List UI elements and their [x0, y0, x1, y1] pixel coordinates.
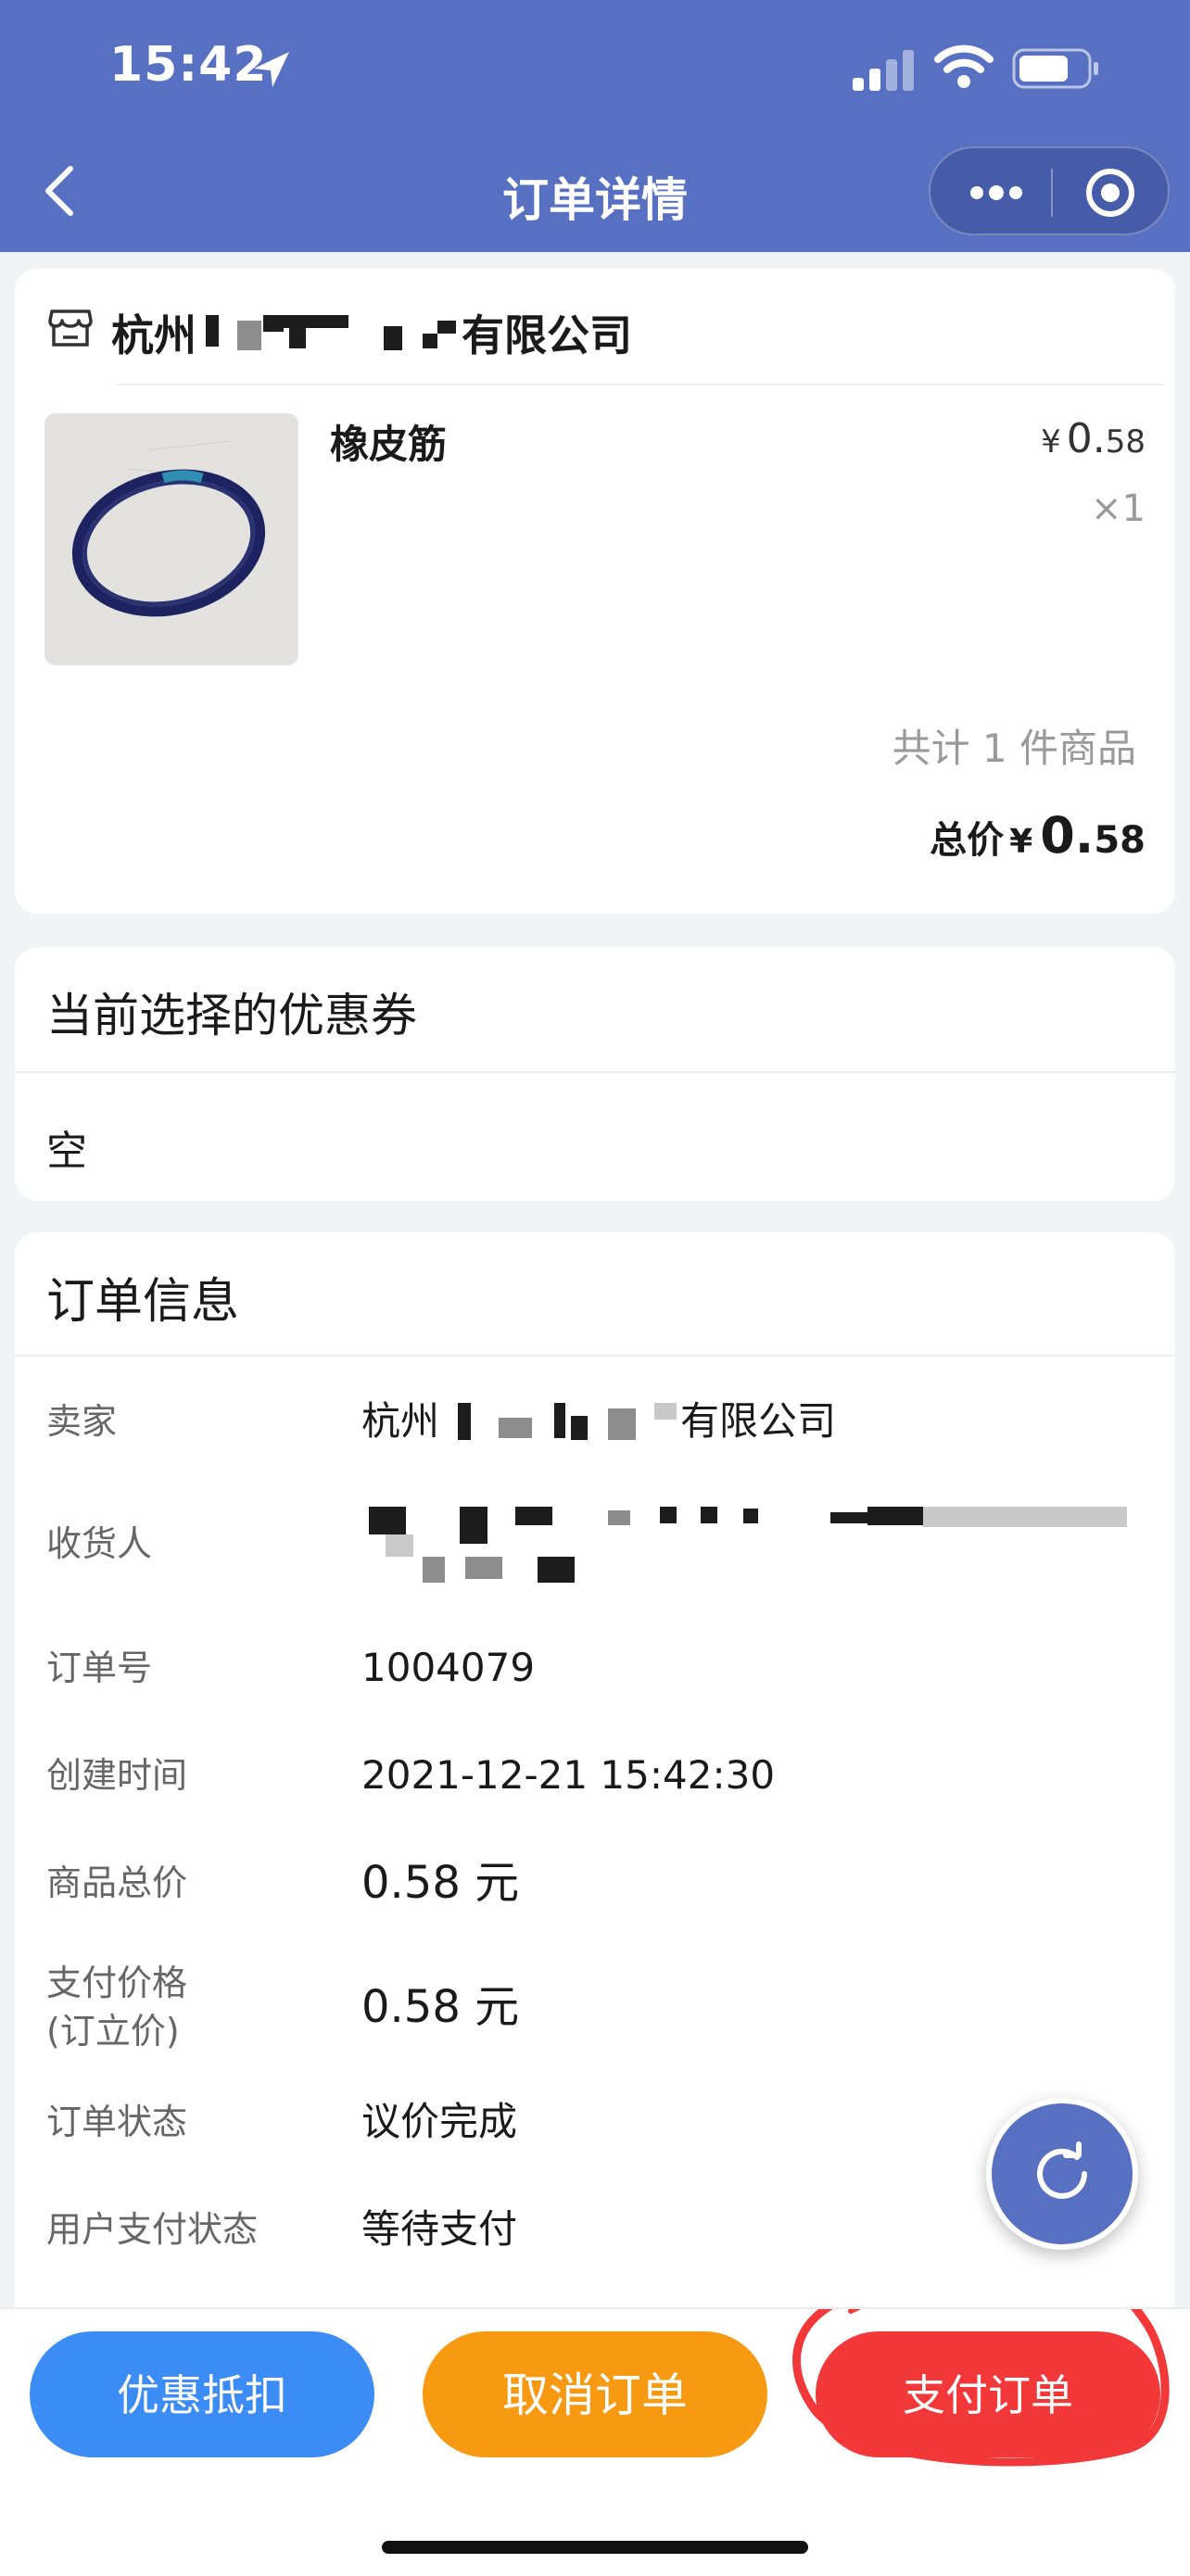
wifi-icon [934, 44, 994, 88]
total-decimal: 58 [1094, 819, 1146, 862]
total-integer: 0. [1040, 806, 1095, 865]
redaction-block [701, 1507, 717, 1523]
battery-icon [1012, 48, 1098, 89]
redaction-block [289, 328, 306, 348]
shop-name-suffix: 有限公司 [462, 310, 632, 360]
product-name: 橡皮筋 [330, 422, 448, 467]
pay-price-sublabel: (订立价) [46, 2011, 180, 2052]
redaction-block [538, 1557, 575, 1583]
pay-status-label: 用户支付状态 [46, 2209, 259, 2250]
divider [15, 1355, 1175, 1357]
redaction-block [660, 1507, 677, 1523]
pay-order-button[interactable]: 支付订单 [816, 2331, 1160, 2457]
cancel-order-button[interactable]: 取消订单 [423, 2331, 767, 2457]
redaction-block [608, 1408, 636, 1440]
redaction-block [423, 1557, 445, 1583]
redaction-block [515, 1507, 552, 1525]
total-label: 总价 [930, 819, 1005, 862]
redaction-block [423, 334, 437, 348]
divider [15, 1071, 1175, 1073]
status-value: 议价完成 [361, 2099, 518, 2144]
order-info-title: 订单信息 [46, 1274, 240, 1330]
coupon-value: 空 [46, 1128, 87, 1175]
mini-program-capsule [929, 146, 1170, 235]
redaction-block [458, 1403, 471, 1440]
redaction-block [384, 326, 402, 350]
currency-symbol: ¥ [1041, 423, 1061, 461]
coupon-card[interactable]: 当前选择的优惠券 空 [15, 947, 1175, 1201]
created-value: 2021-12-21 15:42:30 [361, 1752, 776, 1798]
more-dots-icon[interactable] [964, 174, 1029, 211]
location-arrow-icon [254, 52, 289, 87]
redaction-block [284, 315, 348, 328]
bottom-action-bar: 优惠抵扣 取消订单 支付订单 [0, 2307, 1190, 2576]
store-icon [48, 309, 93, 347]
seller-label: 卖家 [46, 1401, 118, 1442]
redaction-block [499, 1418, 532, 1438]
refresh-icon [1037, 2141, 1087, 2199]
pay-price-label: 支付价格 [46, 1963, 188, 2003]
shop-card: 杭州 有限公司 橡皮筋 ¥0.58 ×1 共计 1 件商品 总价 ¥0.58 [15, 269, 1175, 914]
divider [117, 384, 1164, 385]
created-label: 创建时间 [46, 1755, 188, 1796]
redaction-block [743, 1509, 758, 1523]
home-indicator [382, 2541, 808, 2554]
redaction-block [386, 1534, 413, 1557]
product-price: ¥0.58 [1041, 415, 1146, 462]
redaction-block [830, 1512, 867, 1523]
order-no-value: 1004079 [361, 1645, 536, 1690]
redaction-block [554, 1403, 565, 1438]
currency-symbol: ¥ [1009, 823, 1033, 861]
redaction-block [654, 1403, 677, 1420]
status-time: 15:42 [109, 37, 268, 93]
redaction-block [206, 315, 219, 347]
redaction-block [369, 1507, 406, 1534]
order-total: 总价 ¥0.58 [930, 806, 1146, 865]
redaction-block [437, 321, 456, 334]
capsule-divider [1051, 169, 1053, 217]
coupon-title: 当前选择的优惠券 [46, 989, 417, 1042]
product-image[interactable] [44, 413, 298, 665]
goods-total-value: 0.58 元 [361, 1857, 520, 1909]
redaction-block [867, 1507, 923, 1525]
receiver-label: 收货人 [46, 1523, 153, 1564]
cellular-signal-icon [853, 50, 914, 91]
redaction-block [571, 1416, 588, 1440]
order-no-label: 订单号 [46, 1648, 153, 1688]
seller-prefix: 杭州 [361, 1398, 440, 1444]
seller-suffix: 有限公司 [680, 1398, 837, 1444]
redaction-block [923, 1507, 1127, 1527]
redaction-block [465, 1557, 502, 1579]
discount-button[interactable]: 优惠抵扣 [30, 2331, 374, 2457]
price-integer: 0. [1066, 415, 1106, 462]
status-label: 订单状态 [46, 2102, 188, 2142]
price-decimal: 58 [1105, 423, 1146, 461]
redaction-block [460, 1507, 487, 1544]
refresh-button[interactable] [986, 2098, 1138, 2250]
shop-name-prefix: 杭州 [111, 310, 196, 360]
pay-price-value: 0.58 元 [361, 1981, 520, 2033]
product-quantity: ×1 [1091, 487, 1146, 530]
item-count: 共计 1 件商品 [892, 726, 1136, 771]
redaction-block [608, 1510, 630, 1525]
redaction-block [263, 315, 284, 332]
goods-total-label: 商品总价 [46, 1863, 188, 1903]
redaction-block [237, 321, 261, 350]
top-bar: 15:42 订单详情 [0, 0, 1190, 252]
pay-status-value: 等待支付 [361, 2206, 518, 2252]
close-target-icon[interactable] [1084, 167, 1136, 219]
